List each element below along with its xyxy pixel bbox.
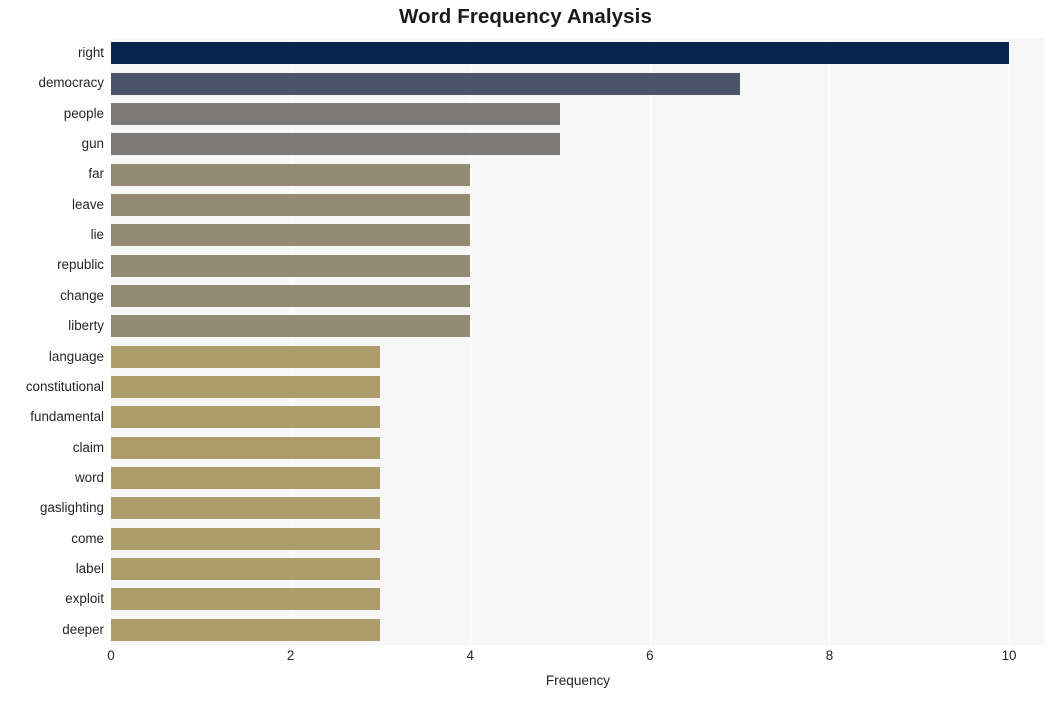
bar (111, 315, 471, 338)
bar-row (111, 584, 381, 614)
bar (111, 345, 381, 368)
y-axis-tick-label: label (75, 560, 104, 576)
bar (111, 42, 1010, 65)
bar-row (111, 281, 471, 311)
y-axis-tick-label: change (60, 287, 104, 303)
bar (111, 618, 381, 641)
bar (111, 467, 381, 490)
bar-row (111, 220, 471, 250)
bar-row (111, 311, 471, 341)
bar (111, 376, 381, 399)
x-axis-title: Frequency (545, 673, 611, 688)
bar (111, 558, 381, 581)
y-axis-tick-label: liberty (68, 318, 104, 334)
bar-row (111, 402, 381, 432)
y-axis-tick-label: fundamental (30, 409, 104, 425)
chart-title: Word Frequency Analysis (399, 5, 652, 28)
y-axis-tick-label: democracy (38, 75, 105, 91)
x-axis-tick-labels: 0 2 4 6 8 10 (0, 648, 1051, 672)
x-axis-tick-label: 8 (825, 648, 834, 663)
bar (111, 72, 740, 95)
y-axis-tick-label: far (88, 166, 104, 182)
y-axis-tick-label: word (74, 469, 104, 485)
y-axis-tick-label: gaslighting (39, 500, 104, 516)
bar-row (111, 129, 561, 159)
y-axis-tick-labels: right democracy people gun far leave lie republ… (0, 38, 104, 645)
bar (111, 527, 381, 550)
y-axis-tick-label: leave (71, 196, 104, 212)
bar (111, 163, 471, 186)
bar-row (111, 372, 381, 402)
y-axis-tick-label: language (48, 348, 104, 364)
y-axis-tick-label: deeper (62, 621, 104, 637)
y-axis-tick-label: constitutional (25, 378, 104, 394)
y-axis-tick-label: come (71, 530, 104, 546)
bar-row (111, 159, 471, 189)
bar-row (111, 433, 381, 463)
bar-row (111, 342, 381, 372)
y-axis-tick-label: gun (81, 136, 104, 152)
x-axis-tick-label: 2 (286, 648, 295, 663)
y-axis-tick-label: exploit (65, 591, 104, 607)
x-axis-tick-label: 6 (646, 648, 654, 663)
y-axis-tick-label: lie (90, 227, 104, 243)
bar (111, 224, 471, 247)
bar-row (111, 250, 471, 280)
chart-figure: Word Frequency Analysis right democracy pe… (0, 0, 1051, 701)
x-axis-tick-label: 0 (107, 648, 115, 663)
bar (111, 102, 561, 125)
bar-row (111, 68, 740, 98)
bar-row (111, 615, 381, 645)
bar (111, 436, 381, 459)
bar (111, 193, 471, 216)
bar (111, 588, 381, 611)
x-axis-tick-label: 4 (466, 648, 474, 663)
bar-row (111, 463, 381, 493)
bar-row (111, 524, 381, 554)
y-axis-tick-label: right (77, 45, 104, 60)
bar-row (111, 554, 381, 584)
x-axis-tick-label: 10 (1001, 648, 1017, 663)
bar (111, 284, 471, 307)
bar-row (111, 493, 381, 523)
bar-row (111, 190, 471, 220)
y-axis-tick-label: republic (57, 257, 104, 273)
bar (111, 406, 381, 429)
bar (111, 254, 471, 277)
y-axis-tick-label: claim (72, 439, 104, 455)
bar-row (111, 99, 561, 129)
bar-row (111, 38, 1010, 68)
bar (111, 133, 561, 156)
bar (111, 497, 381, 520)
bars-layer (111, 38, 1045, 645)
y-axis-tick-label: people (63, 105, 104, 121)
